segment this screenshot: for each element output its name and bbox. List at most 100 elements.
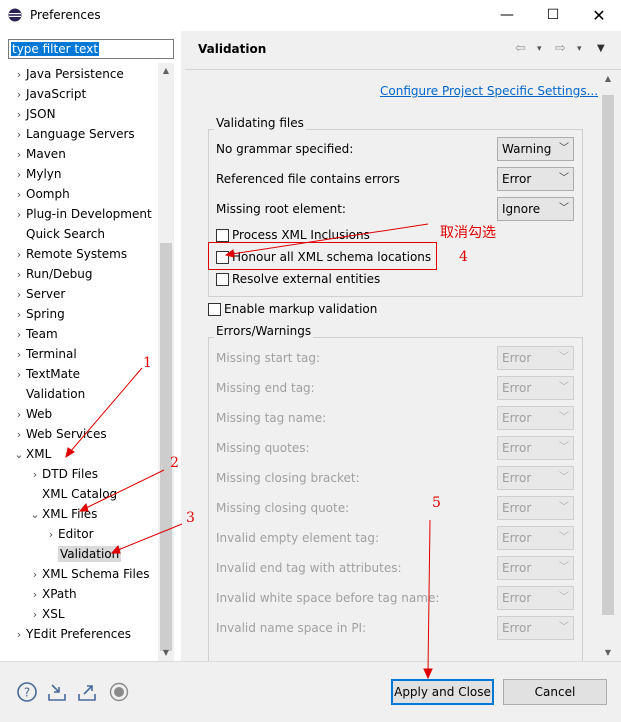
chevron-down-icon[interactable]: ⌄ bbox=[28, 505, 42, 525]
close-button[interactable]: ✕ bbox=[576, 0, 621, 31]
chevron-right-icon[interactable]: › bbox=[12, 185, 26, 205]
chevron-right-icon[interactable]: › bbox=[28, 565, 42, 585]
scroll-up-icon[interactable]: ▲ bbox=[158, 63, 174, 79]
tree-item[interactable]: › Web bbox=[12, 404, 52, 424]
scroll-up-icon[interactable]: ▲ bbox=[600, 71, 616, 87]
tree-item[interactable]: › Oomph bbox=[12, 184, 70, 204]
back-icon[interactable]: ⇦ bbox=[515, 41, 526, 56]
tree-item[interactable]: › Plug-in Development bbox=[12, 204, 152, 224]
chevron-right-icon[interactable]: › bbox=[44, 525, 58, 545]
tree-item-label: DTD Files bbox=[42, 467, 98, 481]
chevron-right-icon[interactable]: › bbox=[12, 365, 26, 385]
chevron-right-icon[interactable]: › bbox=[12, 85, 26, 105]
tree-item[interactable]: › TextMate bbox=[12, 364, 80, 384]
chevron-right-icon[interactable]: › bbox=[12, 305, 26, 325]
tree-item[interactable]: ⌄ XML bbox=[12, 444, 51, 464]
tree-item[interactable]: › Server bbox=[12, 284, 66, 305]
process-inclusions-checkbox[interactable] bbox=[216, 229, 229, 242]
error-row-label: Invalid empty element tag: bbox=[216, 531, 380, 545]
tree-item[interactable]: ⌄ XML Files bbox=[28, 504, 97, 524]
chevron-right-icon[interactable]: › bbox=[28, 605, 42, 625]
error-row-select[interactable]: Error ﹀ bbox=[497, 496, 574, 520]
tree-item[interactable]: › XSL bbox=[28, 604, 65, 624]
tree-item[interactable]: › XPath bbox=[28, 584, 77, 604]
error-row-select[interactable]: Error ﹀ bbox=[497, 436, 574, 460]
tree-item[interactable]: Quick Search bbox=[12, 224, 105, 244]
record-icon[interactable] bbox=[108, 681, 130, 703]
chevron-right-icon[interactable]: › bbox=[12, 325, 26, 345]
chevron-down-icon[interactable]: ⌄ bbox=[12, 445, 26, 465]
resolve-entities-checkbox[interactable] bbox=[216, 273, 229, 286]
maximize-button[interactable]: ☐ bbox=[530, 0, 576, 31]
chevron-right-icon[interactable]: › bbox=[28, 585, 42, 605]
error-row-select[interactable]: Error ﹀ bbox=[497, 346, 574, 370]
missing-root-select[interactable]: Ignore ﹀ bbox=[497, 197, 574, 221]
error-row-select[interactable]: Error ﹀ bbox=[497, 586, 574, 610]
page-scrollbar[interactable]: ▲ ▼ bbox=[600, 71, 616, 661]
tree-item[interactable]: › Web Services bbox=[12, 424, 107, 444]
apply-and-close-button[interactable]: Apply and Close bbox=[391, 679, 494, 705]
chevron-right-icon[interactable]: › bbox=[12, 345, 26, 365]
scroll-down-icon[interactable]: ▼ bbox=[600, 645, 616, 661]
tree-item[interactable]: › Java Persistence bbox=[12, 64, 124, 84]
chevron-right-icon[interactable]: › bbox=[12, 125, 26, 145]
error-row-select[interactable]: Error ﹀ bbox=[497, 406, 574, 430]
chevron-right-icon[interactable]: › bbox=[28, 465, 42, 485]
tree-scrollbar[interactable]: ▲ ▼ bbox=[158, 63, 174, 661]
minimize-button[interactable]: — bbox=[484, 0, 530, 31]
export-icon[interactable] bbox=[76, 681, 98, 703]
chevron-right-icon[interactable]: › bbox=[12, 105, 26, 125]
view-menu-icon[interactable]: ▼ bbox=[597, 43, 605, 54]
back-menu-icon[interactable]: ▾ bbox=[537, 44, 542, 54]
chevron-right-icon[interactable]: › bbox=[12, 285, 26, 305]
no-grammar-select[interactable]: Warning ﹀ bbox=[497, 137, 574, 161]
scroll-down-icon[interactable]: ▼ bbox=[158, 645, 174, 661]
tree-item[interactable]: › Terminal bbox=[12, 344, 77, 364]
tree-item[interactable]: › JavaScript bbox=[12, 84, 86, 104]
chevron-right-icon[interactable]: › bbox=[12, 405, 26, 425]
chevron-right-icon[interactable]: › bbox=[12, 205, 26, 225]
referenced-file-select[interactable]: Error ﹀ bbox=[497, 167, 574, 191]
tree-item-label: Remote Systems bbox=[26, 247, 128, 261]
tree-item[interactable]: › Team bbox=[12, 324, 58, 344]
chevron-right-icon[interactable]: › bbox=[12, 165, 26, 185]
chevron-right-icon[interactable]: › bbox=[12, 145, 26, 165]
tree-item[interactable]: › Mylyn bbox=[12, 164, 62, 184]
error-row-select[interactable]: Error ﹀ bbox=[497, 526, 574, 550]
configure-project-link[interactable]: Configure Project Specific Settings... bbox=[380, 84, 598, 98]
tree-item[interactable]: › XML Schema Files bbox=[28, 564, 150, 585]
tree-item[interactable]: › Run/Debug bbox=[12, 264, 93, 284]
scroll-thumb[interactable] bbox=[602, 95, 614, 615]
error-row-select[interactable]: Error ﹀ bbox=[497, 376, 574, 400]
cancel-button[interactable]: Cancel bbox=[503, 679, 607, 705]
error-row-select[interactable]: Error ﹀ bbox=[497, 616, 574, 640]
scroll-thumb[interactable] bbox=[160, 243, 172, 651]
tree-item[interactable]: › Remote Systems bbox=[12, 244, 127, 264]
resolve-entities-label: Resolve external entities bbox=[232, 272, 381, 286]
chevron-right-icon[interactable]: › bbox=[12, 625, 26, 645]
forward-menu-icon[interactable]: ▾ bbox=[577, 44, 582, 54]
tree-item[interactable]: › Editor bbox=[44, 524, 94, 544]
tree-item[interactable]: › Maven bbox=[12, 144, 66, 164]
error-row-select[interactable]: Error ﹀ bbox=[497, 466, 574, 490]
tree-item[interactable]: › JSON bbox=[12, 104, 56, 124]
chevron-right-icon[interactable]: › bbox=[12, 425, 26, 445]
tree-item[interactable]: › DTD Files bbox=[28, 464, 98, 484]
forward-icon[interactable]: ⇨ bbox=[555, 41, 566, 56]
tree-item[interactable]: Validation bbox=[44, 544, 122, 564]
tree-item[interactable]: XML Catalog bbox=[28, 484, 117, 504]
enable-markup-checkbox[interactable] bbox=[208, 303, 221, 316]
import-icon[interactable] bbox=[46, 681, 68, 703]
tree-item[interactable]: › Spring bbox=[12, 304, 65, 324]
chevron-right-icon[interactable]: › bbox=[12, 245, 26, 265]
chevron-right-icon[interactable]: › bbox=[12, 65, 26, 85]
tree-item-label: XML Schema Files bbox=[42, 567, 150, 581]
chevron-right-icon[interactable]: › bbox=[12, 265, 26, 285]
tree-item[interactable]: › YEdit Preferences bbox=[12, 624, 131, 644]
tree-item[interactable]: › Language Servers bbox=[12, 124, 135, 144]
error-row-select[interactable]: Error ﹀ bbox=[497, 556, 574, 580]
help-icon[interactable]: ? bbox=[16, 681, 38, 703]
filter-input[interactable]: type filter text bbox=[8, 39, 174, 59]
tree-item[interactable]: Validation bbox=[12, 384, 85, 404]
annotation-4: 4 bbox=[459, 249, 468, 265]
